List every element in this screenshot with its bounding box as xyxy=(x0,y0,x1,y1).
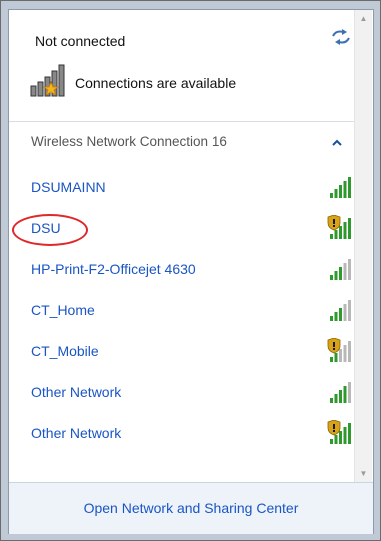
network-item[interactable]: HP-Print-F2-Officejet 4630 xyxy=(9,252,354,286)
chevron-up-icon[interactable] xyxy=(330,137,344,149)
wireless-section-label: Wireless Network Connection 16 xyxy=(31,134,227,149)
highlight-circle xyxy=(12,214,88,246)
wifi-signal-icon xyxy=(330,177,351,198)
section-divider xyxy=(9,121,354,122)
scrollbar[interactable]: ▲ ▼ xyxy=(354,10,372,482)
open-network-sharing-center-link[interactable]: Open Network and Sharing Center xyxy=(9,483,373,534)
connections-available-label: Connections are available xyxy=(75,75,237,91)
network-item[interactable]: Other Network xyxy=(9,416,354,450)
network-name: Other Network xyxy=(31,425,122,441)
wifi-signal-icon xyxy=(330,300,351,321)
scroll-up-arrow-icon[interactable]: ▲ xyxy=(355,10,372,27)
wifi-signal-icon xyxy=(330,382,351,403)
network-flyout-panel: Not connected Connections are available … xyxy=(8,9,374,534)
network-item[interactable]: CT_Mobile xyxy=(9,334,354,368)
network-name: DSUMAINN xyxy=(31,179,106,195)
network-item[interactable]: DSUMAINN xyxy=(9,170,354,204)
connection-status-area: Not connected Connections are available xyxy=(9,10,354,121)
footer-bar: Open Network and Sharing Center xyxy=(9,482,373,534)
network-name: Other Network xyxy=(31,384,122,400)
secured-wifi-signal-icon xyxy=(327,420,351,444)
network-flyout-frame: Not connected Connections are available … xyxy=(0,0,381,541)
network-name: CT_Mobile xyxy=(31,343,99,359)
scroll-down-arrow-icon[interactable]: ▼ xyxy=(355,465,372,482)
network-star-icon xyxy=(30,64,65,97)
network-name: HP-Print-F2-Officejet 4630 xyxy=(31,261,196,277)
refresh-network-icon[interactable] xyxy=(330,28,352,46)
network-item[interactable]: Other Network xyxy=(9,375,354,409)
connection-status-title: Not connected xyxy=(35,33,126,49)
network-name: CT_Home xyxy=(31,302,95,318)
wifi-signal-icon xyxy=(330,259,351,280)
secured-wifi-signal-icon xyxy=(327,338,351,362)
network-item[interactable]: DSU xyxy=(9,211,354,246)
network-item[interactable]: CT_Home xyxy=(9,293,354,327)
secured-wifi-signal-icon xyxy=(327,215,351,239)
